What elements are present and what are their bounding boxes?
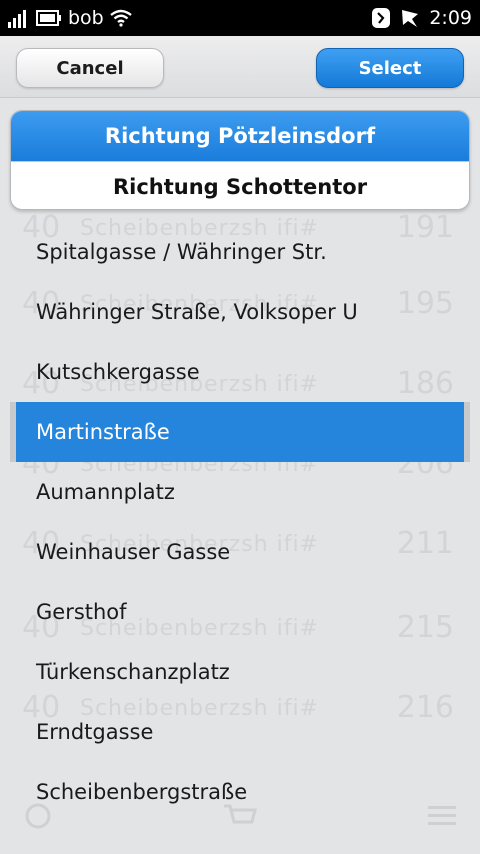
- nfc-icon: [371, 7, 391, 29]
- list-item[interactable]: Spitalgasse / Währinger Str.: [0, 222, 480, 282]
- list-item-label: Martinstraße: [36, 420, 170, 444]
- direction-selector: Richtung Pötzleinsdorf Richtung Schotten…: [10, 110, 470, 210]
- list-item[interactable]: Türkenschanzplatz: [0, 642, 480, 702]
- list-item[interactable]: Weinhauser Gasse: [0, 522, 480, 582]
- status-right: 2:09: [371, 0, 472, 36]
- list-item[interactable]: Währinger Straße, Volksoper U: [0, 282, 480, 342]
- signal-strength-icon: [8, 8, 30, 28]
- list-item[interactable]: Erndtgasse: [0, 702, 480, 762]
- wifi-icon: [110, 9, 132, 27]
- selection-bracket-left: [10, 402, 16, 462]
- clock: 2:09: [429, 7, 472, 29]
- selection-bracket-right: [464, 402, 470, 462]
- list-item[interactable]: Scheibenbergstraße: [0, 762, 480, 822]
- list-item[interactable]: Gersthof: [0, 582, 480, 642]
- status-left: bob: [8, 0, 132, 36]
- direction-option-poetzleinsdorf[interactable]: Richtung Pötzleinsdorf: [11, 111, 469, 161]
- stop-list: Spitalgasse / Währinger Str. Währinger S…: [0, 222, 480, 822]
- dialog-toolbar: Cancel Select: [0, 36, 480, 98]
- list-item[interactable]: Aumannplatz: [0, 462, 480, 522]
- list-item-selected[interactable]: Martinstraße: [10, 402, 470, 462]
- battery-icon: [36, 10, 62, 26]
- direction-option-schottentor[interactable]: Richtung Schottentor: [11, 161, 469, 209]
- carrier-name: bob: [68, 7, 104, 29]
- cancel-button[interactable]: Cancel: [16, 48, 164, 88]
- select-button[interactable]: Select: [316, 48, 464, 88]
- chat-icon: [399, 7, 421, 29]
- status-bar: bob 2:09: [0, 0, 480, 36]
- list-item[interactable]: Kutschkergasse: [0, 342, 480, 402]
